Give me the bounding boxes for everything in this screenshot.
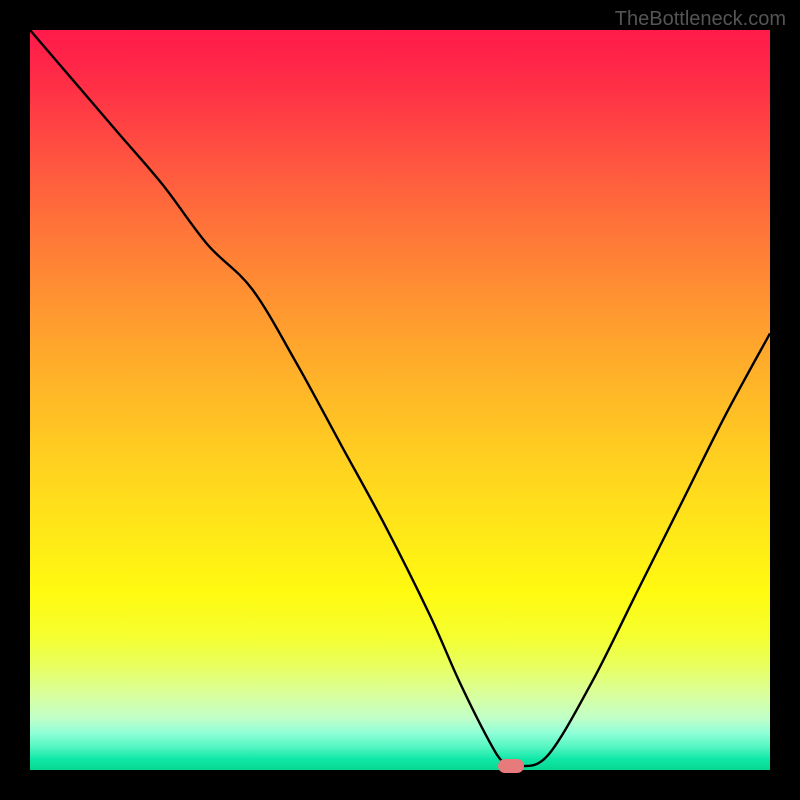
watermark-text: TheBottleneck.com: [615, 8, 786, 31]
bottleneck-curve: [30, 30, 770, 770]
chart-plot-area: [30, 30, 770, 770]
trough-marker: [498, 759, 524, 773]
